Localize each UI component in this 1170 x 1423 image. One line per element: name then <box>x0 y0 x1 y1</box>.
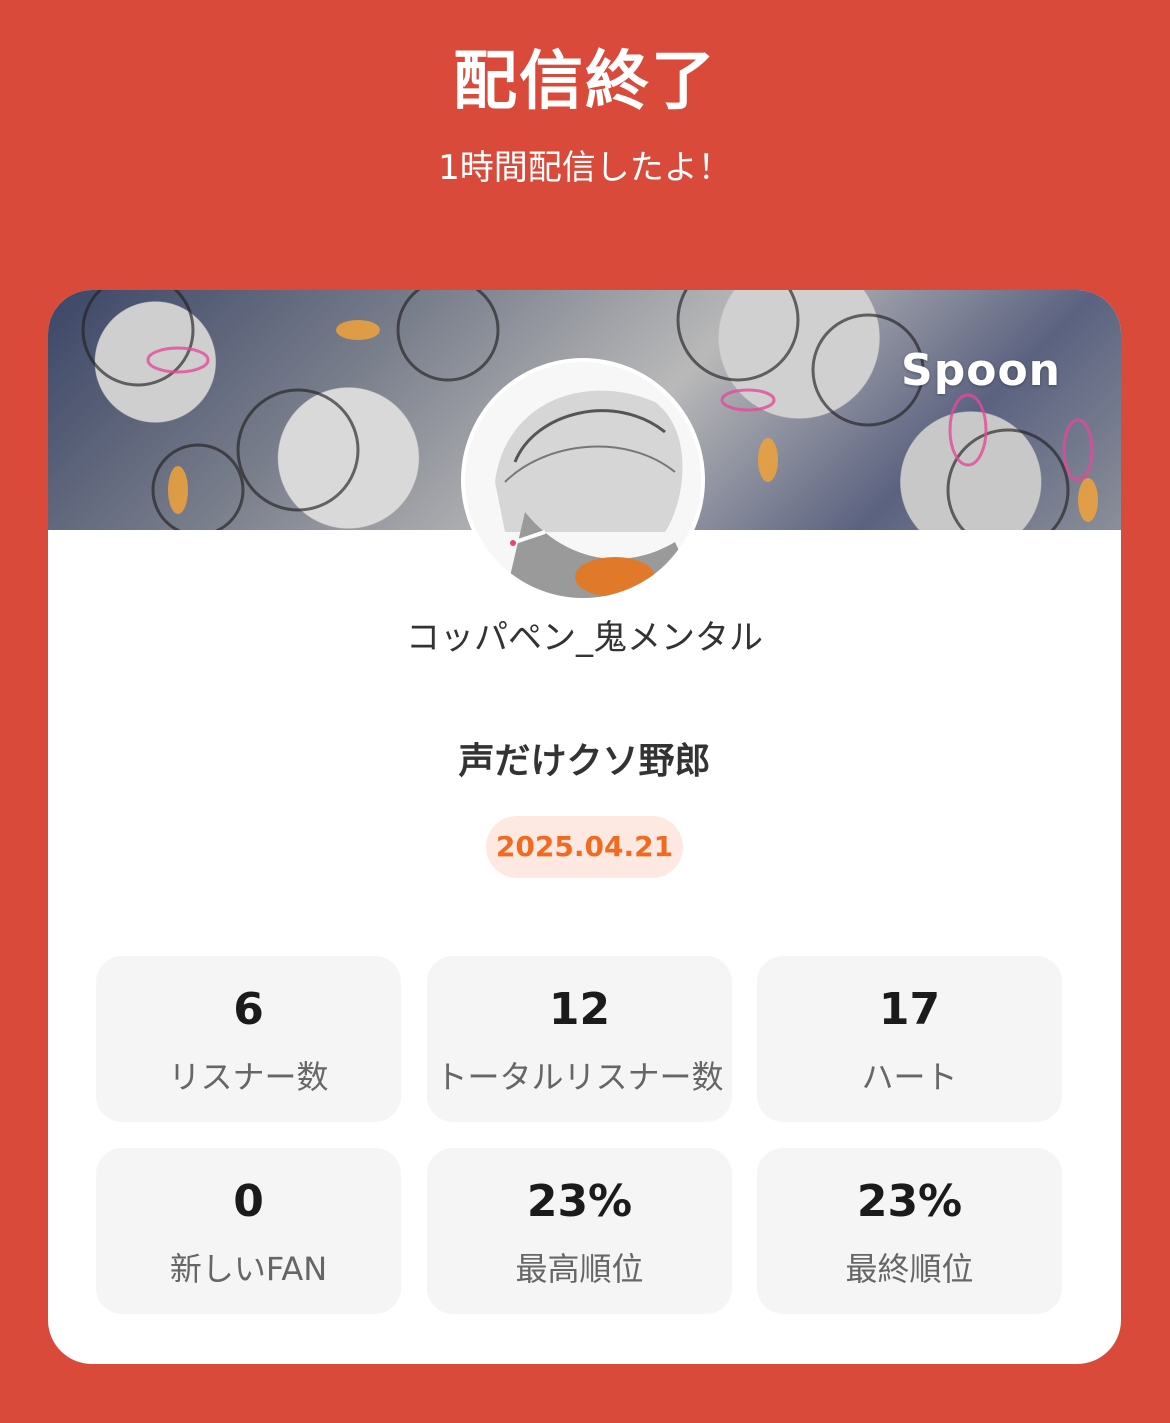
broadcast-duration-text: 1時間配信したよ！ <box>438 148 732 188</box>
spoon-logo: Spoon <box>901 345 1061 396</box>
stat-value: 0 <box>233 1176 264 1227</box>
stat-value: 23% <box>856 1176 963 1227</box>
stat-value: 17 <box>878 984 941 1035</box>
stat-total-listeners: 12 トータルリスナー数 <box>427 956 732 1122</box>
stat-best-rank: 23% 最高順位 <box>427 1148 732 1314</box>
broadcast-title: 声だけクソ野郎 <box>458 741 711 782</box>
stat-value: 6 <box>233 984 264 1035</box>
stat-label: 最終順位 <box>845 1250 974 1288</box>
stat-label: トータルリスナー数 <box>435 1058 724 1096</box>
username: コッパペン_鬼メンタル <box>406 618 763 658</box>
stat-label: ハート <box>861 1058 958 1096</box>
broadcast-summary-card: Spoon コッパペン_鬼メンタル 声だけクソ野郎 2025.04.21 6 リ… <box>48 290 1121 1364</box>
broadcast-date-badge: 2025.04.21 <box>486 816 683 878</box>
stat-hearts: 17 ハート <box>757 956 1062 1122</box>
stat-label: 最高順位 <box>515 1250 644 1288</box>
page-title: 配信終了 <box>453 45 717 119</box>
stat-label: リスナー数 <box>168 1058 329 1096</box>
stat-new-fans: 0 新しいFAN <box>96 1148 401 1314</box>
avatar[interactable] <box>465 362 701 598</box>
stat-label: 新しいFAN <box>169 1250 328 1288</box>
stat-value: 12 <box>548 984 611 1035</box>
stat-final-rank: 23% 最終順位 <box>757 1148 1062 1314</box>
stat-listeners: 6 リスナー数 <box>96 956 401 1122</box>
stat-value: 23% <box>526 1176 633 1227</box>
